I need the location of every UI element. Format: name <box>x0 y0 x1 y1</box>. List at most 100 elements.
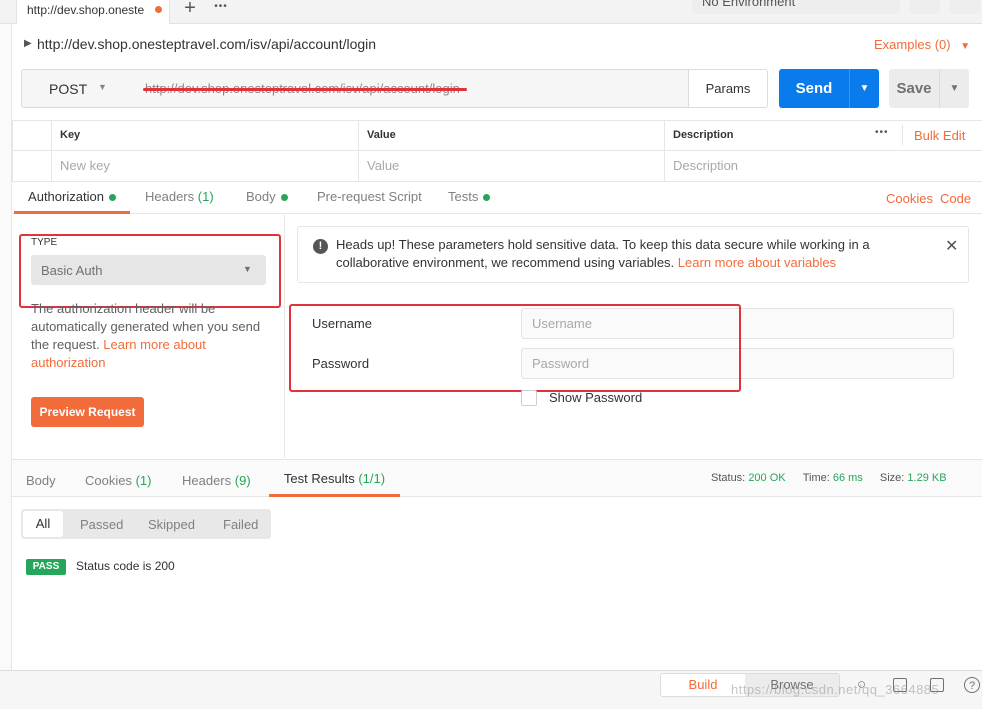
tab-tests-label: Tests <box>448 189 479 204</box>
time-label: Time: <box>802 472 830 484</box>
active-dot-icon <box>483 194 491 202</box>
size-value: 1.29 KB <box>907 472 947 484</box>
tab-headers[interactable]: Headers (1) <box>145 189 214 204</box>
response-tab-test-results-count: (1/1) <box>358 471 386 486</box>
method-label: POST <box>49 81 88 97</box>
auth-type-value: Basic Auth <box>41 263 103 278</box>
help-icon[interactable]: ? <box>964 677 980 693</box>
chevron-down-icon: ▼ <box>949 83 960 94</box>
chevron-down-icon: ▾ <box>878 0 883 3</box>
active-dot-icon <box>108 194 116 202</box>
environment-select[interactable]: No Environment ▾ <box>692 0 900 14</box>
chevron-down-icon: ▼ <box>960 41 971 52</box>
show-password-checkbox[interactable] <box>521 390 537 406</box>
save-button[interactable]: Save <box>889 69 939 108</box>
size-label: Size: <box>879 472 905 484</box>
description-header-label: Description <box>673 129 734 141</box>
auth-type-label: TYPE <box>31 237 58 248</box>
column-header-value: Value <box>359 121 665 151</box>
params-button[interactable]: Params <box>688 69 768 108</box>
request-name: http://dev.shop.onesteptravel.com/isv/ap… <box>37 36 377 52</box>
time-value: 66 ms <box>832 472 863 484</box>
filter-skipped[interactable]: Skipped <box>148 517 195 532</box>
tab-tests[interactable]: Tests <box>448 189 491 204</box>
watermark: https://blog.csdn.net/qq_3664885 <box>731 682 940 697</box>
params-table: Key Value Description ••• Bulk Edit New … <box>12 120 982 182</box>
username-input[interactable] <box>521 308 954 339</box>
test-result-text: Status code is 200 <box>76 559 175 573</box>
pass-badge: PASS <box>26 559 66 575</box>
filter-passed[interactable]: Passed <box>80 517 123 532</box>
show-password-label[interactable]: Show Password <box>549 390 642 405</box>
examples-label: Examples (0) <box>874 37 951 52</box>
column-header-key: Key <box>52 121 359 151</box>
status-label: Status: <box>711 472 746 484</box>
request-tab[interactable]: http://dev.shop.onestep <box>16 0 170 24</box>
examples-link[interactable]: Examples (0) ▼ <box>874 37 970 52</box>
bulk-edit-link[interactable]: Bulk Edit <box>914 128 965 143</box>
tab-body-label: Body <box>246 189 276 204</box>
params-label: Params <box>705 81 751 96</box>
url-strike-annotation <box>143 88 467 91</box>
column-header-description: Description ••• Bulk Edit <box>665 121 982 151</box>
expand-arrow-icon[interactable]: ▶ <box>24 38 32 49</box>
build-label: Build <box>688 677 718 692</box>
send-button[interactable]: Send <box>779 69 849 108</box>
key-header-label: Key <box>60 129 81 141</box>
tab-authorization[interactable]: Authorization <box>14 182 130 214</box>
request-tab-title: http://dev.shop.onestep <box>27 3 145 17</box>
new-description-placeholder: Description <box>673 158 739 173</box>
tab-prerequest-label: Pre-request Script <box>317 189 422 204</box>
send-options-button[interactable]: ▼ <box>849 69 879 108</box>
status-value: 200 OK <box>748 472 786 484</box>
new-value-cell[interactable]: Value <box>359 151 665 182</box>
close-icon[interactable]: ✕ <box>945 236 958 256</box>
tab-overflow-button[interactable]: ••• <box>208 1 234 21</box>
test-result-row: PASS Status code is 200 <box>26 558 426 576</box>
eye-icon[interactable] <box>910 0 940 14</box>
save-options-button[interactable]: ▼ <box>939 69 969 108</box>
code-link[interactable]: Code <box>940 191 971 206</box>
preview-request-label: Preview Request <box>39 405 136 419</box>
tab-headers-label: Headers <box>145 189 195 204</box>
chevron-down-icon: ▼ <box>859 83 870 94</box>
row-select-header <box>12 121 52 151</box>
filter-all-label: All <box>35 516 51 531</box>
response-tab-cookies-count: (1) <box>135 473 152 488</box>
response-tab-test-results[interactable]: Test Results (1/1) <box>269 460 400 497</box>
cookies-link[interactable]: Cookies <box>886 191 933 206</box>
new-value-placeholder: Value <box>367 158 400 173</box>
notice-text-block: Heads up! These parameters hold sensitiv… <box>336 236 936 272</box>
tab-headers-count: (1) <box>197 189 214 204</box>
active-dot-icon <box>280 194 288 202</box>
preview-request-button[interactable]: Preview Request <box>31 397 144 427</box>
filter-failed[interactable]: Failed <box>223 517 258 532</box>
environment-label: No Environment <box>702 0 796 9</box>
new-description-cell[interactable]: Description <box>665 151 982 182</box>
new-tab-button[interactable]: + <box>178 0 202 23</box>
url-input[interactable]: http://dev.shop.onesteptravel.com/isv/ap… <box>137 69 689 108</box>
tab-body[interactable]: Body <box>246 189 288 204</box>
auth-type-select[interactable]: Basic Auth ▼ <box>31 255 266 285</box>
response-tab-headers[interactable]: Headers (9) <box>182 473 251 488</box>
response-tab-test-results-label: Test Results <box>283 471 355 486</box>
info-icon: ! <box>313 239 328 254</box>
tab-prerequest-script[interactable]: Pre-request Script <box>317 189 422 204</box>
response-tab-cookies[interactable]: Cookies (1) <box>85 473 151 488</box>
password-input[interactable] <box>521 348 954 379</box>
method-select[interactable]: POST ▼ <box>21 69 138 108</box>
new-key-cell[interactable]: New key <box>52 151 359 182</box>
response-tab-cookies-label: Cookies <box>85 473 132 488</box>
filter-all[interactable]: All <box>23 511 63 537</box>
username-label: Username <box>312 316 372 331</box>
notice-learn-more-link[interactable]: Learn more about variables <box>678 255 836 270</box>
value-header-label: Value <box>367 129 396 141</box>
chevron-down-icon: ▼ <box>243 264 252 274</box>
response-tab-body[interactable]: Body <box>26 473 56 488</box>
more-options-icon[interactable]: ••• <box>875 127 889 138</box>
unsaved-dot-icon <box>155 6 162 13</box>
gear-icon[interactable] <box>950 0 980 14</box>
chevron-down-icon: ▼ <box>98 82 107 92</box>
auth-description: The authorization header will be automat… <box>31 300 266 372</box>
send-label: Send <box>795 80 833 97</box>
